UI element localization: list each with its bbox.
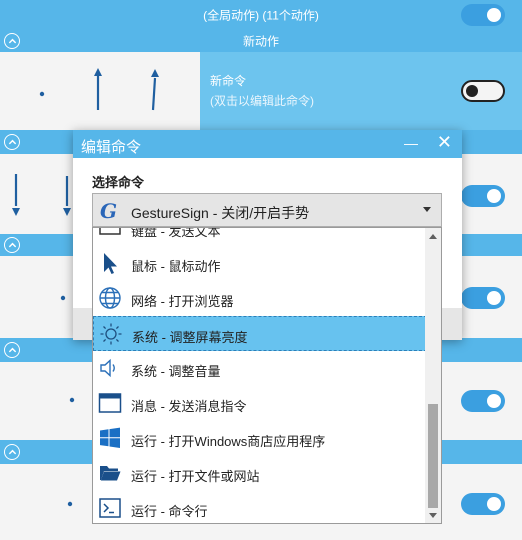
terminal-icon bbox=[97, 495, 123, 521]
action-toggle[interactable] bbox=[461, 185, 505, 207]
folder-icon bbox=[97, 460, 123, 486]
dialog-title: 编辑命令 bbox=[81, 139, 142, 156]
dialog-titlebar: 编辑命令 — ✕ bbox=[73, 130, 462, 158]
action-name: 新命令 bbox=[210, 74, 247, 88]
brightness-icon bbox=[98, 321, 124, 347]
command-combobox[interactable]: G GestureSign - 关闭/开启手势 bbox=[92, 193, 442, 227]
cursor-icon bbox=[97, 250, 123, 276]
window-icon bbox=[97, 390, 123, 416]
collapse-icon[interactable] bbox=[4, 134, 20, 150]
global-toggle[interactable] bbox=[461, 4, 505, 26]
list-item-label: 网络 - 打开浏览器 bbox=[131, 294, 234, 309]
scrollbar-thumb[interactable] bbox=[428, 404, 438, 508]
toggle-knob bbox=[487, 394, 501, 408]
group-header[interactable]: 新动作 bbox=[0, 30, 522, 52]
keyboard-icon bbox=[97, 228, 123, 241]
list-item[interactable]: 网络 - 打开浏览器 bbox=[93, 281, 427, 316]
group-title: 新动作 bbox=[242, 34, 279, 49]
collapse-icon[interactable] bbox=[4, 444, 20, 460]
action-toggle[interactable] bbox=[461, 80, 505, 102]
minimize-button[interactable]: — bbox=[404, 135, 418, 151]
collapse-icon[interactable] bbox=[4, 237, 20, 253]
dropdown-scrollbar[interactable] bbox=[425, 228, 441, 523]
toggle-knob bbox=[466, 85, 478, 97]
chevron-down-icon[interactable] bbox=[423, 207, 431, 212]
list-item-label: 运行 - 打开文件或网站 bbox=[131, 469, 260, 484]
collapse-icon[interactable] bbox=[4, 342, 20, 358]
globe-icon bbox=[97, 285, 123, 311]
toggle-knob bbox=[487, 497, 501, 511]
action-row-selected[interactable]: 新命令 (双击以编辑此命令) bbox=[0, 52, 522, 130]
list-item[interactable]: 运行 - 打开Windows商店应用程序 bbox=[93, 421, 427, 456]
action-hint: (双击以编辑此命令) bbox=[210, 94, 314, 108]
action-toggle[interactable] bbox=[461, 287, 505, 309]
toggle-knob bbox=[487, 8, 501, 22]
list-item[interactable]: 运行 - 命令行 bbox=[93, 491, 427, 523]
list-item[interactable]: 消息 - 发送消息指令 bbox=[93, 386, 427, 421]
action-toggle[interactable] bbox=[461, 390, 505, 412]
speaker-icon bbox=[97, 355, 123, 381]
list-item[interactable]: 运行 - 打开文件或网站 bbox=[93, 456, 427, 491]
header-title: (全局动作) (11个动作) bbox=[203, 8, 319, 23]
action-toggle[interactable] bbox=[461, 493, 505, 515]
close-button[interactable]: ✕ bbox=[437, 132, 452, 153]
toggle-knob bbox=[487, 291, 501, 305]
select-command-label: 选择命令 bbox=[92, 175, 145, 190]
global-actions-header: (全局动作) (11个动作) bbox=[0, 0, 522, 30]
list-item-label: 运行 - 命令行 bbox=[131, 504, 208, 519]
scroll-up-icon[interactable] bbox=[429, 234, 437, 239]
list-item-label: 鼠标 - 鼠标动作 bbox=[131, 259, 221, 274]
gesturesign-logo-icon: G bbox=[100, 199, 118, 223]
gesture-preview bbox=[39, 68, 159, 111]
command-dropdown-list[interactable]: 键盘 - 发送文本 鼠标 - 鼠标动作 网络 - 打开浏览器 系统 - 调整屏幕… bbox=[92, 227, 442, 524]
windows-logo-icon bbox=[97, 425, 123, 451]
list-item[interactable]: 键盘 - 发送文本 bbox=[93, 227, 427, 246]
list-item-label: 消息 - 发送消息指令 bbox=[131, 399, 247, 414]
list-item-label: 系统 - 调整屏幕亮度 bbox=[132, 330, 248, 345]
toggle-knob bbox=[487, 189, 501, 203]
list-item[interactable]: 系统 - 调整音量 bbox=[93, 351, 427, 386]
list-item-label: 键盘 - 发送文本 bbox=[131, 227, 221, 239]
list-item-highlighted[interactable]: 系统 - 调整屏幕亮度 bbox=[93, 316, 427, 351]
list-item-label: 运行 - 打开Windows商店应用程序 bbox=[131, 434, 326, 449]
scroll-down-icon[interactable] bbox=[429, 513, 437, 518]
list-item-label: 系统 - 调整音量 bbox=[131, 364, 221, 379]
combobox-value: GestureSign - 关闭/开启手势 bbox=[131, 205, 310, 221]
list-item[interactable]: 鼠标 - 鼠标动作 bbox=[93, 246, 427, 281]
